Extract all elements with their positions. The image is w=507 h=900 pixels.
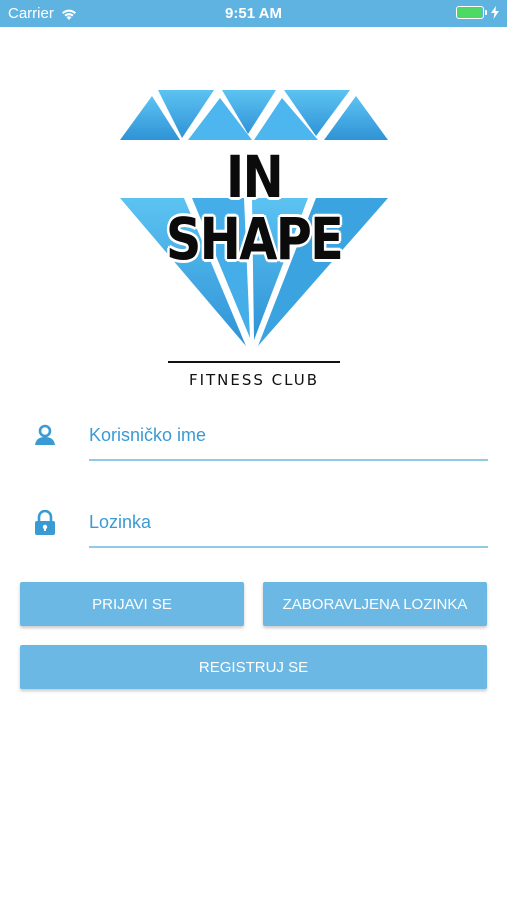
- logo-title: IN SHAPE: [165, 143, 344, 273]
- forgot-password-button[interactable]: ZABORAVLJENA LOZINKA: [263, 582, 487, 626]
- logo-subtitle: FITNESS CLUB: [188, 371, 320, 389]
- password-field: [20, 497, 488, 548]
- username-underline: [89, 459, 488, 461]
- password-input[interactable]: [89, 505, 488, 539]
- battery-icon: [456, 6, 484, 19]
- register-button[interactable]: REGISTRUJ SE: [20, 645, 487, 689]
- user-icon: [33, 423, 57, 447]
- status-time: 9:51 AM: [225, 5, 282, 22]
- battery-fill: [458, 8, 482, 17]
- username-input[interactable]: [89, 418, 488, 452]
- logo: IN SHAPE FITNESS CLUB: [118, 88, 390, 393]
- lock-icon: [33, 509, 57, 535]
- status-right: [456, 6, 499, 19]
- login-button[interactable]: PRIJAVI SE: [20, 582, 244, 626]
- username-field: [20, 410, 488, 461]
- status-bar: Carrier 9:51 AM: [0, 0, 507, 27]
- battery-nub: [485, 10, 487, 15]
- charging-bolt-icon: [491, 6, 499, 19]
- password-underline: [89, 546, 488, 548]
- logo-divider: [168, 361, 340, 363]
